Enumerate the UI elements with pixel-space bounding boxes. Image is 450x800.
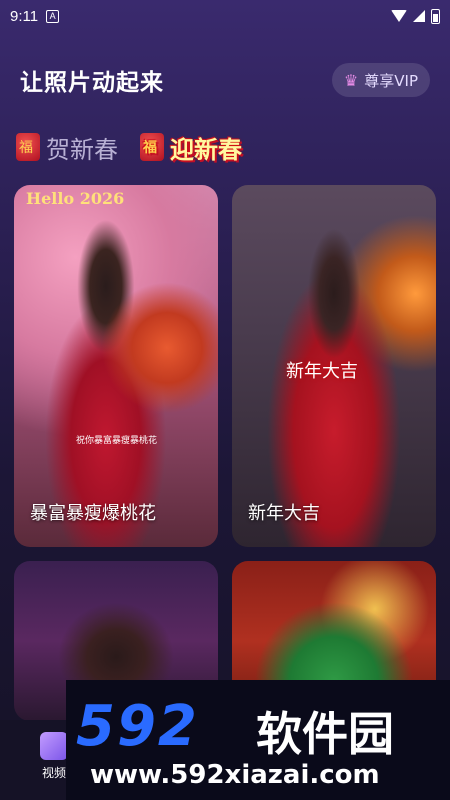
watermark-banner: 592 软件园 www.592xiazai.com — [66, 680, 450, 800]
battery-icon — [431, 8, 440, 24]
signal-icon — [413, 10, 425, 22]
vip-button[interactable]: ♛ 尊享VIP — [331, 63, 430, 97]
status-bar: 9:11 A — [0, 0, 450, 32]
wifi-icon — [391, 10, 407, 22]
tab-he-xin-chun[interactable]: 贺新春 — [16, 130, 118, 165]
template-card[interactable]: 新年大吉 新年大吉 — [232, 185, 436, 547]
card-overlay-text: 新年大吉 — [286, 361, 358, 382]
card-label: 新年大吉 — [248, 503, 320, 524]
video-icon — [40, 732, 68, 760]
vip-label: 尊享VIP — [364, 71, 418, 90]
crown-icon: ♛ — [343, 70, 359, 90]
watermark-url: www.592xiazai.com — [90, 760, 380, 790]
card-caption: 祝你暴富暴瘦暴桃花 — [76, 436, 158, 446]
tab-ying-xin-chun[interactable]: 迎新春 — [140, 130, 242, 165]
status-time: 9:11 — [10, 7, 39, 25]
template-grid: Hello 2026 祝你暴富暴瘦暴桃花 暴富暴瘦爆桃花 新年大吉 新年大吉 — [14, 185, 436, 721]
watermark-name: 软件园 — [256, 707, 394, 761]
tab-label: 迎新春 — [170, 135, 242, 164]
status-icons — [391, 8, 440, 24]
template-card[interactable]: Hello 2026 祝你暴富暴瘦暴桃花 暴富暴瘦爆桃花 — [14, 185, 218, 547]
firecracker-icon — [140, 133, 164, 161]
card-label: 暴富暴瘦爆桃花 — [30, 503, 156, 524]
tab-label: 贺新春 — [46, 135, 118, 164]
card-badge-text: Hello 2026 — [26, 189, 125, 208]
lantern-icon — [16, 133, 40, 161]
watermark-logo: 592 — [76, 694, 199, 759]
header: 让照片动起来 ♛ 尊享VIP — [20, 58, 430, 102]
category-tabs: 贺新春 迎新春 — [16, 125, 242, 169]
page-title: 让照片动起来 — [20, 70, 164, 96]
notification-icon: A — [46, 9, 60, 23]
